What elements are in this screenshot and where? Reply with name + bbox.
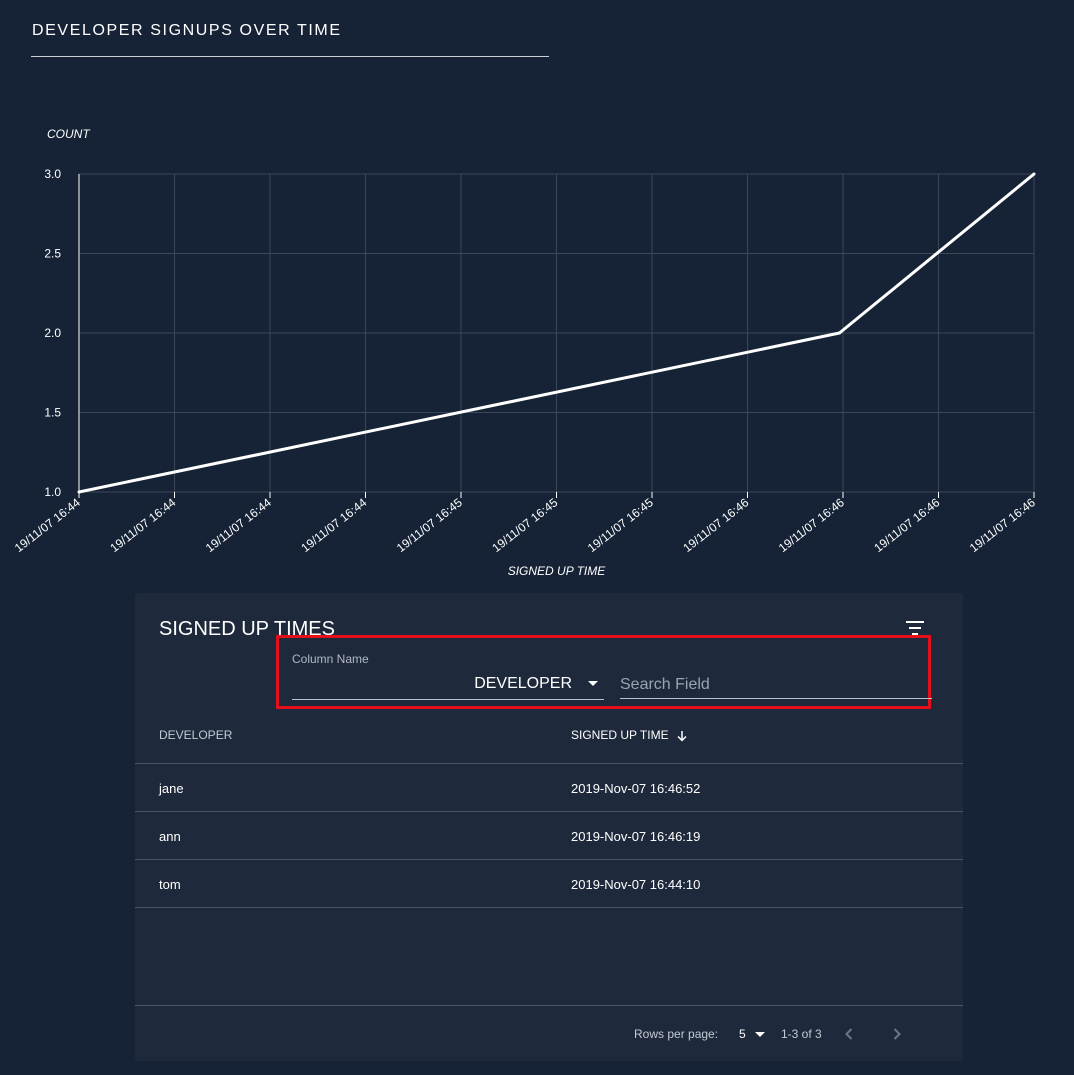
x-tick-label: 19/11/07 16:44	[298, 495, 369, 555]
x-tick-label: 19/11/07 16:45	[394, 495, 465, 555]
signed-up-times-table: SIGNED UP TIMES Column Name DEVELOPER DE…	[135, 593, 963, 1061]
column-name-label: Column Name	[292, 652, 369, 666]
table-header-row: DEVELOPER SIGNED UP TIME	[135, 713, 963, 764]
rows-per-page-select[interactable]: 5	[739, 1027, 767, 1041]
cell-developer: ann	[159, 829, 181, 844]
chevron-right-icon	[893, 1028, 901, 1040]
y-axis-label: COUNT	[47, 127, 91, 141]
signups-line-chart: 1.0 1.5 2.0 2.5 3.0 19/11/07 16:44 19/11/07 16…	[12, 127, 1038, 578]
previous-page-button[interactable]	[837, 1022, 861, 1046]
chevron-left-icon	[845, 1028, 853, 1040]
table-row[interactable]: ann 2019-Nov-07 16:46:19	[135, 812, 963, 860]
sort-descending-icon	[677, 730, 687, 742]
x-axis-label: SIGNED UP TIME	[508, 564, 607, 578]
x-tick-label: 19/11/07 16:44	[203, 495, 274, 555]
table-row[interactable]: tom 2019-Nov-07 16:44:10	[135, 860, 963, 908]
rows-per-page-value: 5	[739, 1027, 746, 1041]
cell-signed-up-time: 2019-Nov-07 16:46:19	[571, 829, 701, 844]
column-name-select[interactable]: DEVELOPER	[292, 671, 604, 700]
x-tick-label: 19/11/07 16:46	[680, 495, 751, 555]
y-tick-label: 1.0	[44, 485, 61, 499]
x-tick-label: 19/11/07 16:45	[585, 495, 656, 555]
x-tick-label: 19/11/07 16:44	[107, 495, 178, 555]
cell-signed-up-time: 2019-Nov-07 16:44:10	[571, 877, 701, 892]
data-point	[837, 331, 841, 335]
column-header-developer[interactable]: DEVELOPER	[159, 728, 232, 742]
y-tick-label: 2.5	[44, 247, 61, 261]
cell-developer: jane	[159, 781, 184, 796]
x-tick-label: 19/11/07 16:46	[871, 495, 942, 555]
next-page-button[interactable]	[885, 1022, 909, 1046]
y-tick-label: 1.5	[44, 406, 61, 420]
page-range: 1-3 of 3	[781, 1027, 822, 1041]
x-tick-label: 19/11/07 16:46	[776, 495, 847, 555]
x-tick-label: 19/11/07 16:44	[12, 495, 83, 555]
y-tick-label: 2.0	[44, 326, 61, 340]
table-pagination: Rows per page: 5 1-3 of 3	[135, 1005, 963, 1062]
data-point	[1032, 172, 1036, 176]
cell-developer: tom	[159, 877, 181, 892]
column-header-signed-up-time-label: SIGNED UP TIME	[571, 728, 669, 742]
cell-signed-up-time: 2019-Nov-07 16:46:52	[571, 781, 701, 796]
y-tick-label: 3.0	[44, 167, 61, 181]
column-search-panel: Column Name DEVELOPER	[276, 635, 932, 709]
dropdown-arrow-icon	[588, 681, 598, 686]
x-tick-label: 19/11/07 16:46	[967, 495, 1038, 555]
search-field-input[interactable]	[620, 671, 932, 699]
column-header-signed-up-time[interactable]: SIGNED UP TIME	[571, 728, 688, 742]
x-tick-label: 19/11/07 16:45	[489, 495, 560, 555]
data-point	[77, 490, 81, 494]
rows-per-page-label: Rows per page:	[634, 1027, 719, 1041]
dropdown-arrow-icon	[755, 1032, 765, 1037]
column-name-value: DEVELOPER	[474, 675, 572, 692]
table-row[interactable]: jane 2019-Nov-07 16:46:52	[135, 764, 963, 812]
